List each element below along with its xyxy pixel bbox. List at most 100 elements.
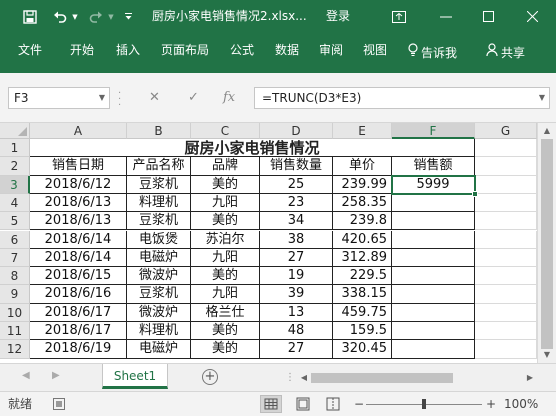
row-header-4[interactable]: 4 [0,193,30,213]
row-header-2[interactable]: 2 [0,157,30,176]
scroll-left-icon[interactable]: ◀ [298,371,310,385]
page-break-view-icon[interactable] [322,395,344,413]
prev-sheet-icon[interactable]: ◀ [22,370,30,381]
data-cell-f4[interactable] [392,193,475,213]
confirm-entry-icon[interactable]: ✓ [188,87,199,109]
horizontal-scrollbar[interactable]: ◀ ▶ [298,371,538,385]
data-cell-d3[interactable]: 25 [260,175,333,194]
scroll-down-icon[interactable]: ▼ [538,347,556,363]
close-icon[interactable] [514,0,550,33]
data-cell-e12[interactable]: 320.45 [333,340,392,359]
empty-cell[interactable] [475,193,537,213]
data-cell-e7[interactable]: 312.89 [333,248,392,268]
data-cell-d11[interactable]: 48 [260,322,333,341]
name-box[interactable]: F3 ▼ [8,87,110,109]
header-cell-f[interactable]: 销售额 [392,157,475,176]
add-sheet-icon[interactable]: + [202,369,218,385]
share-button[interactable]: 共享 [486,33,525,73]
data-cell-d4[interactable]: 23 [260,193,333,213]
row-header-10[interactable]: 10 [0,303,30,322]
data-cell-f8[interactable] [392,267,475,286]
row-header-6[interactable]: 6 [0,230,30,249]
sheet-title[interactable]: 厨房小家电销售情况 [30,139,475,158]
data-cell-e4[interactable]: 258.35 [333,193,392,213]
data-cell-a11[interactable]: 2018/6/17 [30,322,127,341]
data-cell-c7[interactable]: 九阳 [191,248,260,268]
data-cell-e8[interactable]: 229.5 [333,267,392,286]
redo-dropdown-icon[interactable]: ▼ [106,0,116,33]
vertical-scroll-thumb[interactable] [541,139,553,349]
undo-icon[interactable] [50,0,70,33]
zoom-slider-knob[interactable] [422,399,426,409]
row-header-7[interactable]: 7 [0,248,30,268]
data-cell-f12[interactable] [392,340,475,359]
cancel-entry-icon[interactable]: ✕ [149,87,160,109]
data-cell-c10[interactable]: 格兰仕 [191,303,260,322]
column-header-g[interactable]: G [475,123,537,139]
data-cell-b3[interactable]: 豆浆机 [127,175,191,194]
vertical-scrollbar[interactable]: ▲ ▼ [537,123,556,363]
tab-page-layout[interactable]: 页面布局 [161,33,209,73]
tab-insert[interactable]: 插入 [116,33,140,73]
insert-function-icon[interactable]: fx [223,87,235,109]
tell-me-button[interactable]: 告诉我 [408,33,457,73]
row-header-11[interactable]: 11 [0,322,30,341]
data-cell-c3[interactable]: 美的 [191,175,260,194]
ribbon-display-options-icon[interactable] [384,0,414,33]
data-cell-a8[interactable]: 2018/6/15 [30,267,127,286]
data-cell-c11[interactable]: 美的 [191,322,260,341]
tab-view[interactable]: 视图 [363,33,387,73]
row-header-12[interactable]: 12 [0,340,30,359]
zoom-in-icon[interactable]: + [486,392,496,416]
data-cell-e6[interactable]: 420.65 [333,230,392,249]
data-cell-d6[interactable]: 38 [260,230,333,249]
horizontal-scroll-thumb[interactable] [311,373,453,383]
name-box-dropdown-icon[interactable]: ▼ [99,88,105,108]
data-cell-b6[interactable]: 电饭煲 [127,230,191,249]
data-cell-d7[interactable]: 27 [260,248,333,268]
data-cell-d12[interactable]: 27 [260,340,333,359]
column-header-e[interactable]: E [333,123,392,139]
scroll-up-icon[interactable]: ▲ [538,123,556,139]
select-all-button[interactable] [0,123,30,139]
empty-cell[interactable] [475,230,537,249]
data-cell-a4[interactable]: 2018/6/13 [30,193,127,213]
data-cell-c5[interactable]: 美的 [191,212,260,231]
data-cell-b8[interactable]: 微波炉 [127,267,191,286]
next-sheet-icon[interactable]: ▶ [52,370,60,381]
row-header-1[interactable]: 1 [0,139,30,158]
empty-cell[interactable] [475,248,537,268]
empty-cell[interactable] [475,157,537,176]
tab-formulas[interactable]: 公式 [230,33,254,73]
data-cell-b10[interactable]: 微波炉 [127,303,191,322]
data-cell-a10[interactable]: 2018/6/17 [30,303,127,322]
data-cell-f5[interactable] [392,212,475,231]
header-cell-c[interactable]: 品牌 [191,157,260,176]
data-cell-a12[interactable]: 2018/6/19 [30,340,127,359]
row-header-3[interactable]: 3 [0,175,30,194]
expand-formula-bar-icon[interactable]: ▼ [539,88,545,108]
data-cell-c6[interactable]: 苏泊尔 [191,230,260,249]
zoom-out-icon[interactable]: − [354,392,364,416]
data-cell-f10[interactable] [392,303,475,322]
data-cell-a5[interactable]: 2018/6/13 [30,212,127,231]
data-cell-d10[interactable]: 13 [260,303,333,322]
data-cell-c12[interactable]: 美的 [191,340,260,359]
header-cell-e[interactable]: 单价 [333,157,392,176]
undo-dropdown-icon[interactable]: ▼ [70,0,80,33]
zoom-level[interactable]: 100% [504,392,538,416]
data-cell-f11[interactable] [392,322,475,341]
data-cell-b12[interactable]: 电磁炉 [127,340,191,359]
customize-toolbar-icon[interactable] [121,0,135,33]
tab-data[interactable]: 数据 [275,33,299,73]
data-cell-b9[interactable]: 豆浆机 [127,285,191,304]
normal-view-icon[interactable] [260,395,282,413]
data-cell-c8[interactable]: 美的 [191,267,260,286]
data-cell-f9[interactable] [392,285,475,304]
tab-split-handle-icon[interactable]: ⋮ [285,372,295,383]
maximize-icon[interactable] [470,0,506,33]
macro-record-icon[interactable] [53,398,65,410]
data-cell-b11[interactable]: 料理机 [127,322,191,341]
data-cell-e3[interactable]: 239.99 [333,175,392,194]
tab-home[interactable]: 开始 [70,33,94,73]
